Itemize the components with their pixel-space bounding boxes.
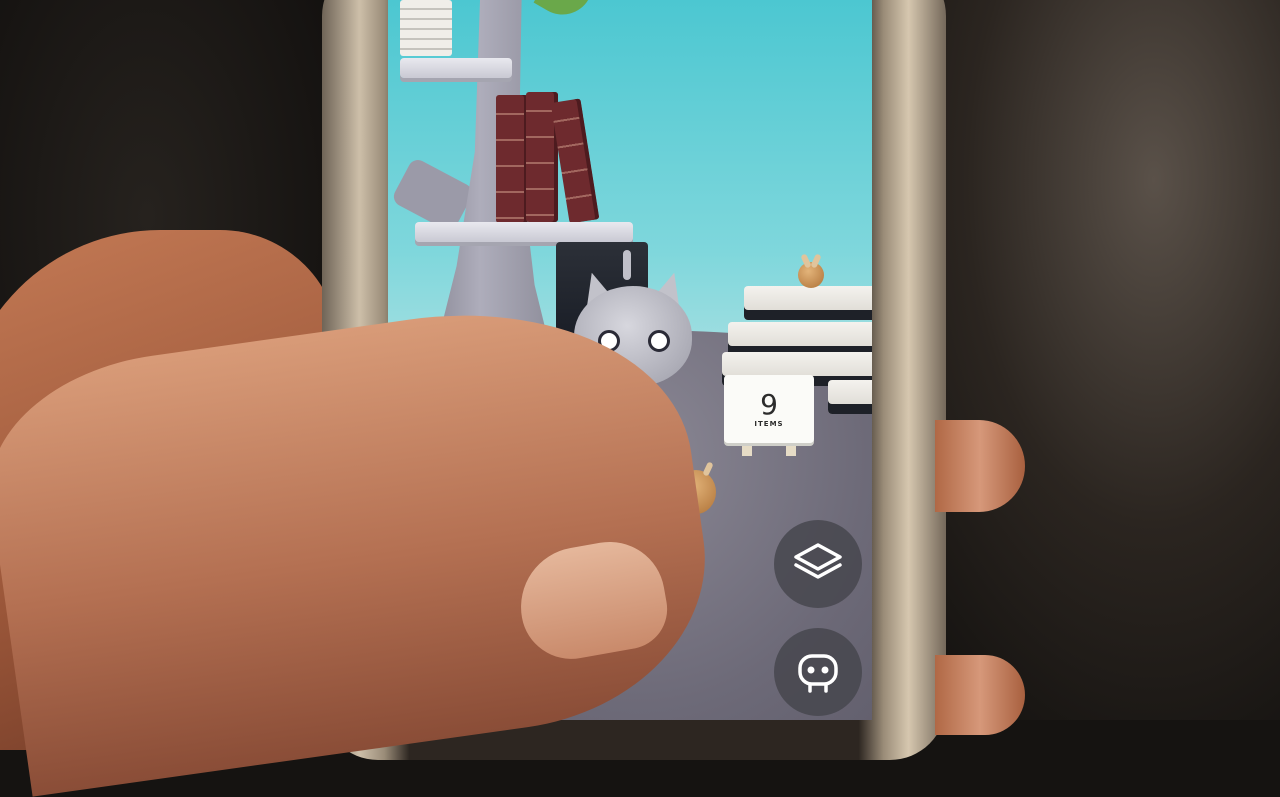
layers-button[interactable]	[774, 520, 862, 608]
book-stack	[744, 286, 872, 320]
book-stack	[828, 380, 872, 414]
shelf-middle	[415, 222, 633, 242]
item-count-label: ITEMS	[754, 420, 784, 428]
item-count: 9	[760, 388, 778, 421]
book	[496, 95, 528, 223]
leaf	[533, 0, 589, 26]
book-stack-top	[400, 0, 452, 56]
finger	[935, 420, 1025, 512]
character-button[interactable]	[774, 628, 862, 716]
shelf-top	[400, 58, 512, 78]
critter[interactable]	[798, 262, 824, 288]
pet-eye	[648, 330, 670, 352]
book-stack	[728, 322, 872, 356]
item-count-sign[interactable]: 9 ITEMS	[724, 375, 814, 443]
finger	[935, 655, 1025, 735]
layers-icon	[794, 543, 842, 579]
character-face-icon	[798, 654, 838, 693]
pet-antenna	[623, 250, 631, 280]
